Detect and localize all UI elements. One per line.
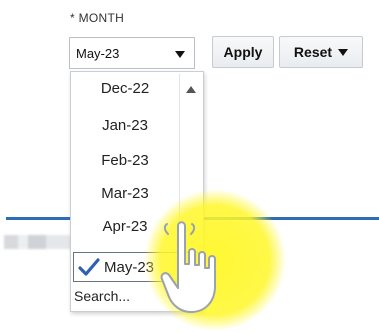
checkmark-icon <box>78 258 100 276</box>
month-select-value: May-23 <box>76 46 120 61</box>
apply-button[interactable]: Apply <box>212 36 274 68</box>
chevron-down-icon <box>338 48 349 56</box>
scroll-up-icon[interactable] <box>186 86 196 93</box>
dropdown-caret-icon[interactable] <box>175 51 185 58</box>
dropdown-option[interactable]: Jan-23 <box>71 117 179 134</box>
blurred-content <box>4 235 74 249</box>
dropdown-option[interactable]: Feb-23 <box>71 152 179 169</box>
dropdown-option[interactable]: Mar-23 <box>71 185 179 202</box>
hand-pointer-icon <box>160 221 216 313</box>
dropdown-search-link[interactable]: Search... <box>74 288 130 304</box>
dropdown-option[interactable]: Dec-22 <box>71 80 179 97</box>
apply-button-label: Apply <box>223 44 263 60</box>
month-select[interactable]: May-23 <box>69 37 195 69</box>
month-field-label: * MONTH <box>70 11 125 25</box>
reset-button-label: Reset <box>293 44 333 60</box>
reset-button[interactable]: Reset <box>279 36 363 68</box>
